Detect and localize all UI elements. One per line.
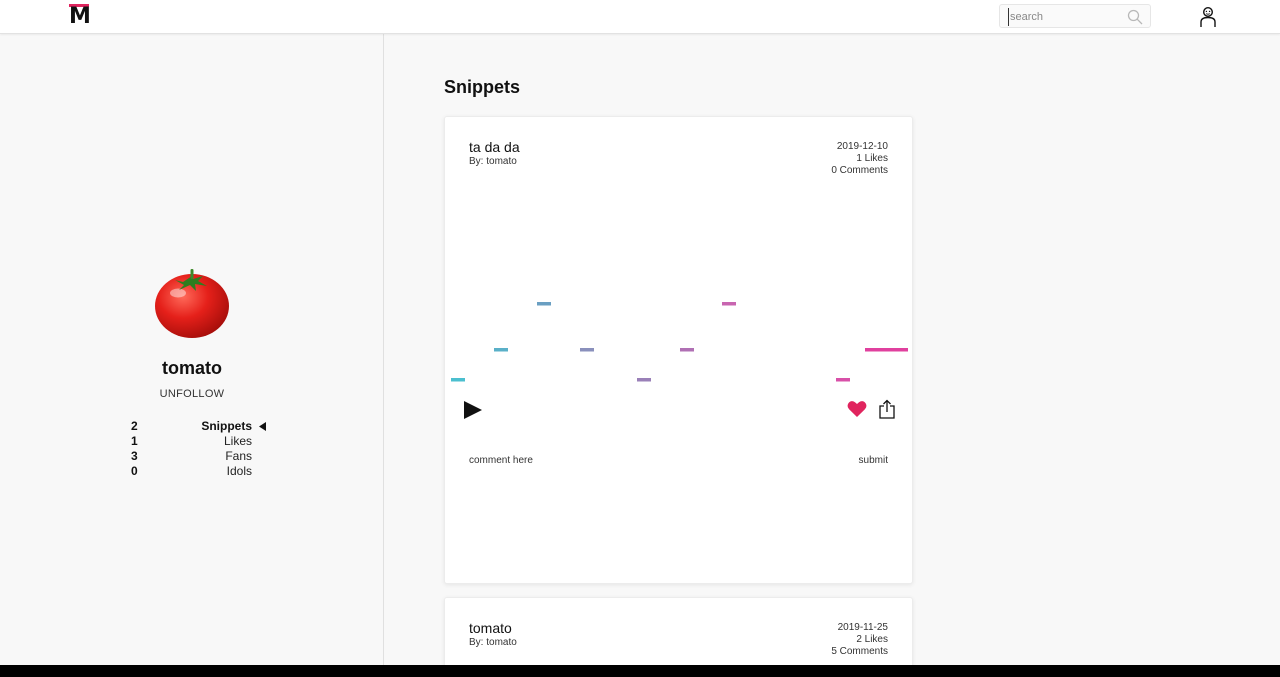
user-icon[interactable] bbox=[1198, 6, 1218, 28]
stat-row-snippets[interactable]: 2 Snippets bbox=[126, 419, 276, 434]
snippet-meta: 2019-11-25 2 Likes 5 Comments bbox=[831, 622, 888, 658]
search-box bbox=[999, 4, 1151, 28]
note bbox=[865, 348, 908, 352]
page-title: Snippets bbox=[444, 77, 521, 97]
active-indicator-icon bbox=[259, 422, 266, 431]
stat-label: Idols bbox=[226, 464, 252, 478]
note-visualization bbox=[451, 302, 908, 382]
profile-username: tomato bbox=[162, 358, 222, 378]
stat-label: Fans bbox=[225, 449, 252, 463]
share-icon[interactable] bbox=[878, 399, 896, 419]
play-icon[interactable] bbox=[462, 399, 484, 421]
snippet-author[interactable]: By: tomato bbox=[469, 637, 517, 648]
stat-count: 3 bbox=[131, 449, 138, 463]
snippet-card: ta da da By: tomato 2019-12-10 1 Likes 0… bbox=[444, 116, 913, 584]
logo[interactable]: M bbox=[69, 4, 91, 29]
top-nav: M bbox=[0, 0, 1280, 34]
stat-row-fans[interactable]: 3 Fans bbox=[126, 449, 276, 464]
note bbox=[537, 302, 551, 306]
snippet-card: tomato By: tomato 2019-11-25 2 Likes 5 C… bbox=[444, 597, 913, 665]
note bbox=[451, 378, 465, 382]
page: M search tomato UNFOLLOW 2 Snippets 1 Li… bbox=[0, 0, 1280, 665]
heart-icon[interactable] bbox=[847, 400, 867, 418]
snippet-title[interactable]: tomato bbox=[469, 620, 512, 636]
unfollow-button[interactable]: UNFOLLOW bbox=[142, 386, 242, 402]
search-icon[interactable] bbox=[1127, 9, 1143, 25]
stat-count: 2 bbox=[131, 419, 138, 433]
stat-label: Snippets bbox=[201, 419, 252, 433]
stat-count: 1 bbox=[131, 434, 138, 448]
stat-row-likes[interactable]: 1 Likes bbox=[126, 434, 276, 449]
note bbox=[580, 348, 594, 352]
profile-sidebar: tomato UNFOLLOW 2 Snippets 1 Likes 3 Fan… bbox=[0, 34, 384, 665]
stat-count: 0 bbox=[131, 464, 138, 478]
note bbox=[494, 348, 508, 352]
stat-row-idols[interactable]: 0 Idols bbox=[126, 464, 276, 479]
comment-input[interactable] bbox=[469, 453, 729, 467]
note bbox=[836, 378, 850, 382]
avatar bbox=[155, 269, 229, 338]
note bbox=[637, 378, 651, 382]
snippet-comments: 5 Comments bbox=[831, 646, 888, 657]
submit-comment-button[interactable]: submit bbox=[859, 453, 888, 467]
search-input[interactable] bbox=[1008, 8, 1120, 26]
note bbox=[722, 302, 736, 306]
snippet-likes: 2 Likes bbox=[856, 634, 888, 645]
profile-stats: 2 Snippets 1 Likes 3 Fans 0 Idols bbox=[126, 419, 276, 479]
logo-letter: M bbox=[69, 4, 91, 29]
stat-label: Likes bbox=[223, 434, 252, 448]
snippet-date: 2019-11-25 bbox=[837, 622, 888, 633]
note bbox=[680, 348, 694, 352]
